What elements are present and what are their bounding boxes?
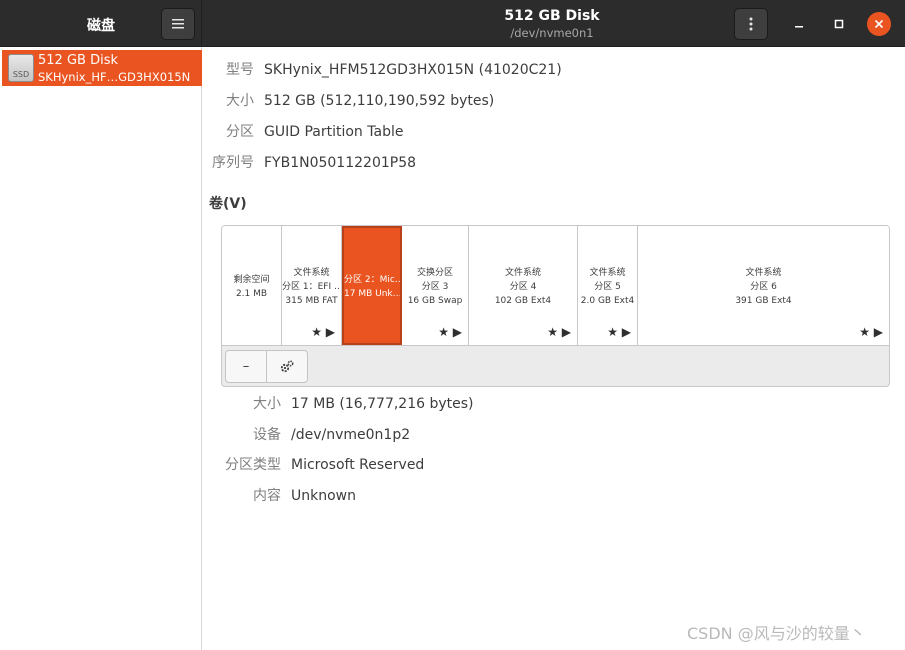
close-icon	[874, 19, 884, 29]
partition-type-value: Microsoft Reserved	[291, 457, 425, 473]
disk-size-label: 大小	[226, 93, 254, 109]
volume-label-line: 剩余空间	[233, 275, 270, 285]
close-button[interactable]	[867, 12, 891, 36]
gears-icon	[280, 360, 294, 373]
partition-size-value: 17 MB (16,777,216 bytes)	[291, 396, 474, 412]
volume-label-line: 2.1 MB	[235, 289, 268, 299]
volume-label-line: 分区 3	[421, 282, 449, 292]
disk-partitioning-row: 分区 GUID Partition Table	[203, 122, 903, 142]
disk-model-value: SKHynix_HFM512GD3HX015N (41020C21)	[264, 62, 562, 78]
window-title: 512 GB Disk	[504, 8, 600, 24]
sidebar-item-model: SKHynix_HF…GD3HX015N	[38, 70, 191, 84]
partition-type-row: 分区类型 Microsoft Reserved	[203, 455, 903, 475]
volumes-frame: 剩余空间 2.1 MB 文件系统 分区 1：EFI … 315 MB FAT ★…	[221, 225, 890, 387]
hamburger-menu-icon	[172, 19, 184, 29]
minus-icon: –	[242, 359, 250, 374]
volume-label-line: 315 MB FAT	[285, 296, 338, 306]
disk-model-row: 型号 SKHynix_HFM512GD3HX015N (41020C21)	[203, 60, 903, 80]
volume-label-line: 分区 6	[750, 282, 777, 292]
partition-contents-row: 内容 Unknown	[203, 486, 903, 506]
ssd-drive-icon: SSD	[8, 54, 34, 82]
volume-partition-6[interactable]: 文件系统 分区 6 391 GB Ext4 ★ ▶	[638, 226, 889, 345]
mounted-star-play-icon: ★ ▶	[859, 325, 883, 339]
partition-contents-value: Unknown	[291, 488, 356, 504]
volume-partition-5[interactable]: 文件系统 分区 5 2.0 GB Ext4 ★ ▶	[578, 226, 638, 345]
disk-menu-button[interactable]	[734, 8, 768, 40]
disk-serial-label: 序列号	[212, 155, 254, 171]
volume-label-line: 文件系统	[589, 268, 626, 278]
volume-label-line: 分区 2：Mic…	[344, 275, 400, 285]
disk-size-row: 大小 512 GB (512,110,190,592 bytes)	[203, 91, 903, 111]
delete-partition-button[interactable]: –	[225, 350, 267, 383]
disk-serial-value: FYB1N050112201P58	[264, 155, 417, 171]
mounted-star-play-icon: ★ ▶	[438, 325, 462, 339]
volume-partition-2[interactable]: 分区 2：Mic… 17 MB Unk…	[342, 226, 402, 345]
volume-label-line: 102 GB Ext4	[494, 296, 552, 306]
disk-model-label: 型号	[226, 62, 254, 78]
volume-label-line: 分区 1：EFI …	[282, 282, 341, 292]
minimize-icon	[795, 26, 803, 28]
volume-label-line: 2.0 GB Ext4	[580, 296, 635, 306]
disk-partitioning-value: GUID Partition Table	[264, 124, 404, 140]
minimize-button[interactable]	[787, 12, 811, 36]
sidebar-item-512gb-disk[interactable]: SSD 512 GB Disk SKHynix_HF…GD3HX015N	[2, 50, 202, 86]
partition-size-label: 大小	[253, 396, 281, 412]
maximize-icon	[834, 19, 844, 29]
volume-label-line: 分区 5	[594, 282, 621, 292]
volume-label-line: 391 GB Ext4	[735, 296, 792, 306]
window-subtitle: /dev/nvme0n1	[510, 26, 594, 40]
volume-label-line: 文件系统	[504, 268, 541, 278]
disk-size-value: 512 GB (512,110,190,592 bytes)	[264, 93, 495, 109]
volume-label: 交换分区 分区 3 16 GB Swap	[402, 266, 468, 308]
csdn-watermark: CSDN @风与沙的较量丶	[687, 624, 866, 643]
mounted-star-play-icon: ★ ▶	[607, 325, 631, 339]
partition-device-label: 设备	[253, 427, 281, 443]
mounted-star-play-icon: ★ ▶	[547, 325, 571, 339]
volume-label: 文件系统 分区 4 102 GB Ext4	[469, 266, 577, 308]
ssd-icon-label: SSD	[12, 70, 30, 79]
volume-free-space[interactable]: 剩余空间 2.1 MB	[222, 226, 282, 345]
volume-label: 分区 2：Mic… 17 MB Unk…	[344, 273, 400, 301]
volume-partition-3[interactable]: 交换分区 分区 3 16 GB Swap ★ ▶	[402, 226, 469, 345]
mounted-star-play-icon: ★ ▶	[311, 325, 335, 339]
partition-contents-label: 内容	[253, 488, 281, 504]
volumes-section-title: 卷(V)	[209, 196, 247, 212]
partition-type-label: 分区类型	[225, 457, 281, 473]
disk-partitioning-label: 分区	[226, 124, 254, 140]
volume-label: 文件系统 分区 6 391 GB Ext4	[638, 266, 889, 308]
volume-map: 剩余空间 2.1 MB 文件系统 分区 1：EFI … 315 MB FAT ★…	[222, 226, 889, 346]
partition-settings-button[interactable]	[266, 350, 308, 383]
disk-list-sidebar: SSD 512 GB Disk SKHynix_HF…GD3HX015N	[0, 47, 202, 650]
disks-window: 磁盘 512 GB Disk /dev/nvme0n1 SSD 512 GB D…	[0, 0, 905, 650]
volume-label-line: 文件系统	[745, 268, 782, 278]
partition-device-value: /dev/nvme0n1p2	[291, 427, 411, 443]
app-menu-button[interactable]	[161, 8, 195, 40]
volume-label: 剩余空间 2.1 MB	[222, 273, 281, 301]
volume-label: 文件系统 分区 5 2.0 GB Ext4	[578, 266, 637, 308]
volume-label-line: 17 MB Unk…	[344, 289, 400, 299]
sidebar-header: 磁盘	[0, 0, 202, 47]
volume-label-line: 分区 4	[509, 282, 537, 292]
volume-partition-1[interactable]: 文件系统 分区 1：EFI … 315 MB FAT ★ ▶	[282, 226, 342, 345]
maximize-button[interactable]	[827, 12, 851, 36]
volume-label-line: 16 GB Swap	[407, 296, 463, 306]
volume-label-line: 交换分区	[416, 268, 453, 278]
disk-serial-row: 序列号 FYB1N050112201P58	[203, 153, 903, 173]
header-bar: 磁盘 512 GB Disk /dev/nvme0n1	[0, 0, 905, 47]
partition-size-row: 大小 17 MB (16,777,216 bytes)	[203, 394, 903, 414]
volume-label: 文件系统 分区 1：EFI … 315 MB FAT	[282, 266, 341, 308]
volume-partition-4[interactable]: 文件系统 分区 4 102 GB Ext4 ★ ▶	[469, 226, 578, 345]
sidebar-item-name: 512 GB Disk	[38, 53, 118, 68]
volume-label-line: 文件系统	[293, 268, 330, 278]
partition-device-row: 设备 /dev/nvme0n1p2	[203, 425, 903, 445]
vertical-dots-icon	[749, 17, 753, 31]
